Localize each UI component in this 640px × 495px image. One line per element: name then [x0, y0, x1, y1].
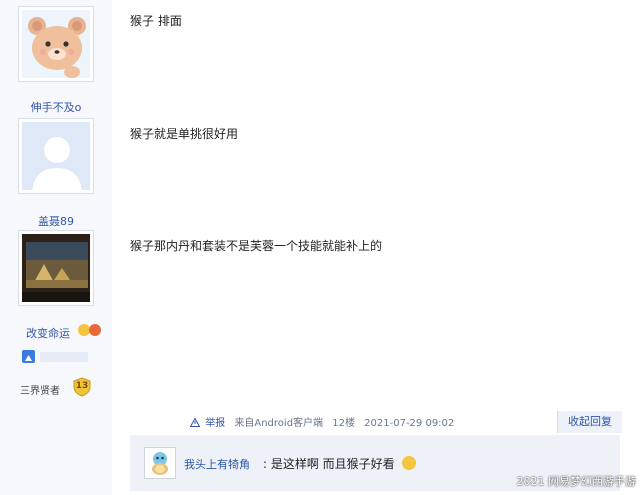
- post-text: 猴子就是单挑很好用: [130, 127, 239, 141]
- avatar-bear[interactable]: [18, 6, 94, 82]
- squirtle-avatar-image: [145, 448, 175, 478]
- reply-text-content: : 是这样啊 而且猴子好看: [263, 457, 395, 471]
- post-text: 猴子那内丹和套装不是芙蓉一个技能就能补上的: [130, 239, 383, 253]
- avatar-game[interactable]: [18, 230, 94, 306]
- post-source: 来自Android客户端: [234, 418, 324, 429]
- reply-username[interactable]: 我头上有犄角: [184, 456, 250, 472]
- member-bar: [40, 352, 88, 362]
- avatar-default[interactable]: [18, 118, 94, 194]
- user-title: 三界贤者: [20, 386, 60, 397]
- post-meta: 举报 来自Android客户端 12楼 2021-07-29 09:02: [189, 414, 460, 429]
- default-avatar-image: [22, 122, 90, 190]
- collapse-reply-button[interactable]: 收起回复: [557, 411, 622, 433]
- reply-text: : 是这样啊 而且猴子好看: [263, 455, 416, 472]
- level-badge: 13: [72, 377, 92, 397]
- game-avatar-image: [22, 234, 90, 302]
- username[interactable]: 盖聂89: [0, 213, 112, 229]
- watermark: 2021 网易梦幻西游手游: [516, 475, 637, 488]
- report-link[interactable]: 举报: [205, 418, 225, 429]
- warning-icon: [189, 417, 203, 429]
- post-text: 猴子 排面: [130, 14, 182, 28]
- member-icon: [22, 350, 35, 363]
- bear-avatar-image: [22, 10, 90, 78]
- post-timestamp: 2021-07-29 09:02: [364, 418, 455, 429]
- floor-number: 12楼: [332, 418, 355, 429]
- level-number: 13: [75, 381, 89, 391]
- emoji-badge-icon: [89, 324, 101, 336]
- emoji-icon: [401, 456, 416, 470]
- author-sidebar: 伸手不及o 盖聂89 改变命运 三界贤者 13: [0, 0, 112, 495]
- reply-avatar[interactable]: [144, 447, 176, 479]
- username[interactable]: 伸手不及o: [0, 99, 112, 115]
